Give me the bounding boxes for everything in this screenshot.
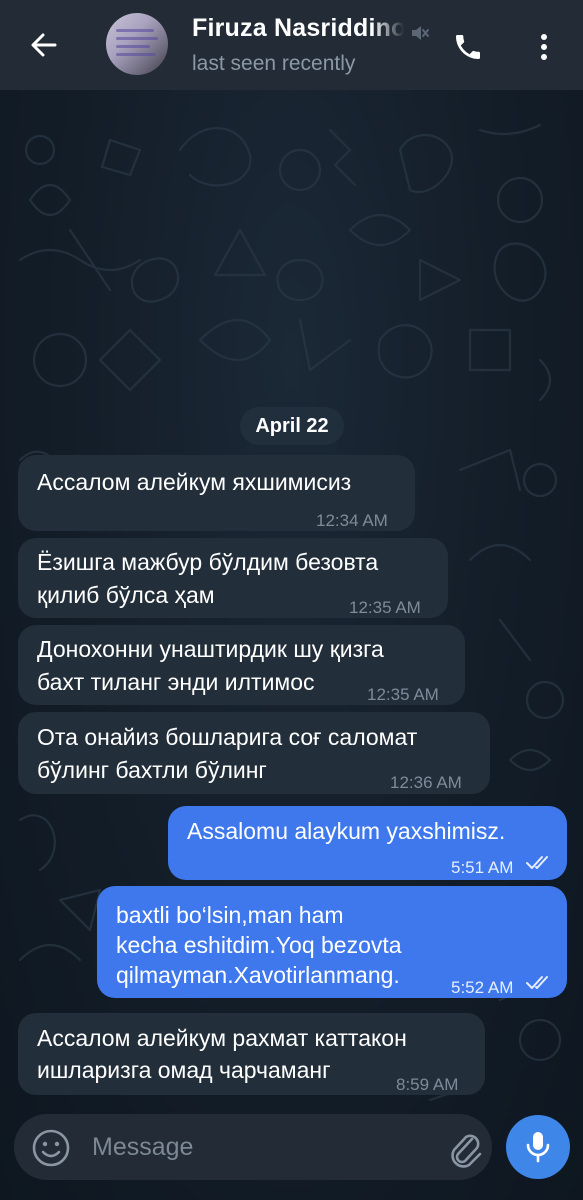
paperclip-icon[interactable]: [444, 1127, 486, 1169]
message-text: Ота онайиз бошларига соғ саломат: [37, 724, 418, 750]
message-text: baxtli bo‘lsin,man ham: [116, 902, 344, 928]
message-bubble-incoming[interactable]: Ассалом алейкум рахмат каттакон ишларизг…: [18, 1013, 485, 1095]
kebab-menu-icon: [541, 34, 547, 60]
chat-screen: Firuza Nasriddinova last seen recently A…: [0, 0, 583, 1200]
message-time: 5:51 AM: [451, 858, 514, 877]
arrow-left-icon: [31, 33, 57, 57]
message-bubble-outgoing[interactable]: baxtli bo‘lsin,man ham kecha eshitdim.Yo…: [97, 886, 567, 998]
message-bubble-incoming[interactable]: Ота онайиз бошларига соғ саломат бўлинг …: [18, 712, 490, 794]
message-time: 12:34 AM: [316, 511, 388, 530]
message-bubble-incoming[interactable]: Донохонни унаштирдик шу қизга бахт тилан…: [18, 625, 465, 705]
message-time: 12:35 AM: [349, 598, 421, 617]
phone-icon: [456, 35, 480, 59]
muted-speaker-icon: [412, 26, 429, 40]
more-options-button[interactable]: [524, 25, 564, 69]
message-text: Assalomu alaykum yaxshimisz.: [187, 818, 506, 844]
message-text: қилиб бўлса ҳам: [37, 582, 215, 608]
message-composer: [14, 1114, 492, 1180]
call-button[interactable]: [446, 25, 490, 69]
message-time: 12:35 AM: [367, 685, 439, 704]
message-input[interactable]: [92, 1126, 422, 1168]
message-text: бахт тиланг энди илтимос: [37, 669, 315, 695]
contact-info[interactable]: Firuza Nasriddinova last seen recently: [192, 14, 412, 76]
emoji-icon[interactable]: [30, 1127, 72, 1169]
message-text: Ёзишга мажбур бўлдим безовта: [37, 549, 379, 575]
read-checkmarks-icon: [526, 856, 548, 869]
message-text: qilmayman.Xavotirlanmang.: [116, 962, 400, 988]
message-bubble-outgoing[interactable]: Assalomu alaykum yaxshimisz. 5:51 AM: [168, 806, 567, 880]
chat-header: Firuza Nasriddinova last seen recently: [0, 0, 583, 90]
voice-record-button[interactable]: [506, 1115, 570, 1179]
avatar[interactable]: [106, 13, 168, 75]
read-checkmarks-icon: [526, 976, 548, 989]
contact-status: last seen recently: [192, 52, 356, 75]
message-time: 12:36 AM: [390, 773, 462, 792]
message-text: ишларизга омад чарчаманг: [37, 1057, 331, 1083]
message-bubble-incoming[interactable]: Ёзишга мажбур бўлдим безовта қилиб бўлса…: [18, 538, 448, 618]
message-text: Ассалом алейкум рахмат каттакон: [37, 1025, 407, 1051]
message-bubble-incoming[interactable]: Ассалом алейкум яхшимисиз 12:34 AM: [18, 455, 415, 531]
message-time: 5:52 AM: [451, 978, 514, 997]
message-text: Донохонни унаштирдик шу қизга: [37, 636, 384, 662]
message-text: Ассалом алейкум яхшимисиз: [37, 469, 352, 495]
microphone-icon: [526, 1132, 550, 1163]
back-button[interactable]: [18, 22, 70, 68]
title-fade: [372, 14, 412, 44]
date-separator: April 22: [240, 407, 344, 445]
message-text: kecha eshitdim.Yoq bezovta: [116, 932, 402, 958]
message-text: бўлинг бахтли бўлинг: [37, 757, 267, 783]
message-time: 8:59 AM: [396, 1075, 459, 1094]
